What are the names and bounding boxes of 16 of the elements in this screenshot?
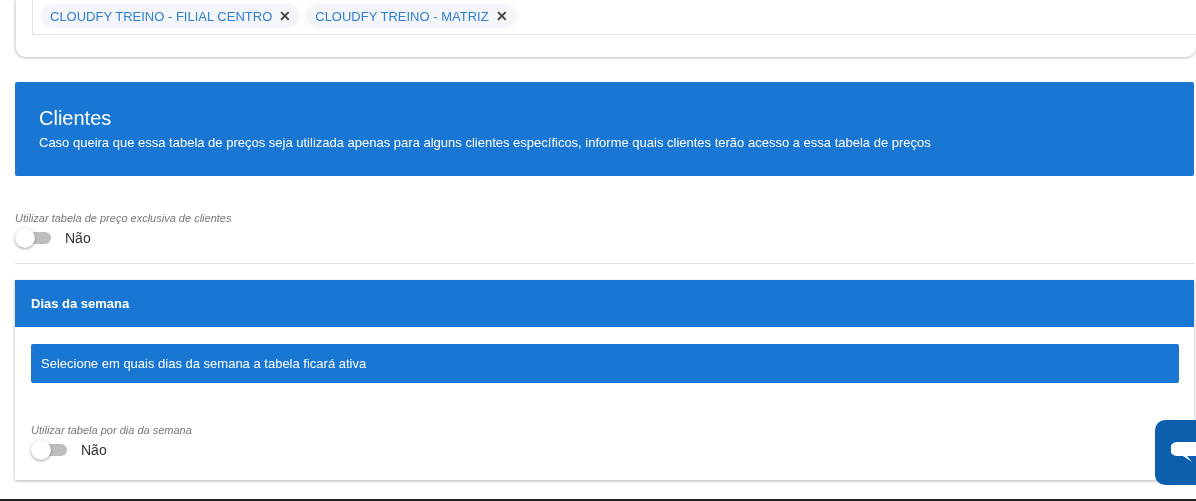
- toggle-state-text: Não: [81, 442, 107, 458]
- remove-chip-button[interactable]: ✕: [279, 8, 292, 24]
- section-title: Clientes: [39, 107, 113, 130]
- chat-bubble-icon: [1171, 442, 1196, 464]
- section-header: Dias da semana: [15, 280, 1194, 327]
- toggle-label: Utilizar tabela de preço exclusiva de clientes: [15, 212, 233, 224]
- branch-chip-label: CLOUDFY TREINO - MATRIZ: [315, 8, 489, 24]
- toggle-switch[interactable]: [15, 228, 53, 248]
- info-banner: Selecione em quais dias da semana a tabela ficará ativa: [31, 344, 1179, 383]
- toggle-label: Utilizar tabela por dia da semana: [31, 424, 193, 436]
- toggle-switch[interactable]: [31, 440, 69, 460]
- remove-chip-button[interactable]: ✕: [495, 8, 508, 24]
- toggle-state-text: Não: [65, 230, 91, 246]
- branch-chip-label: CLOUDFY TREINO - FILIAL CENTRO: [50, 8, 273, 24]
- section-description: Caso queira que essa tabela de preços seja utilizada apenas para alguns clientes específicos, informe quais clientes terão acesso a essa tabela de preços: [39, 135, 932, 150]
- branch-select-field[interactable]: CLOUDFY TREINO - FILIAL CENTRO ✕ CLOUDFY TREINO - MATRIZ ✕: [32, 0, 1196, 35]
